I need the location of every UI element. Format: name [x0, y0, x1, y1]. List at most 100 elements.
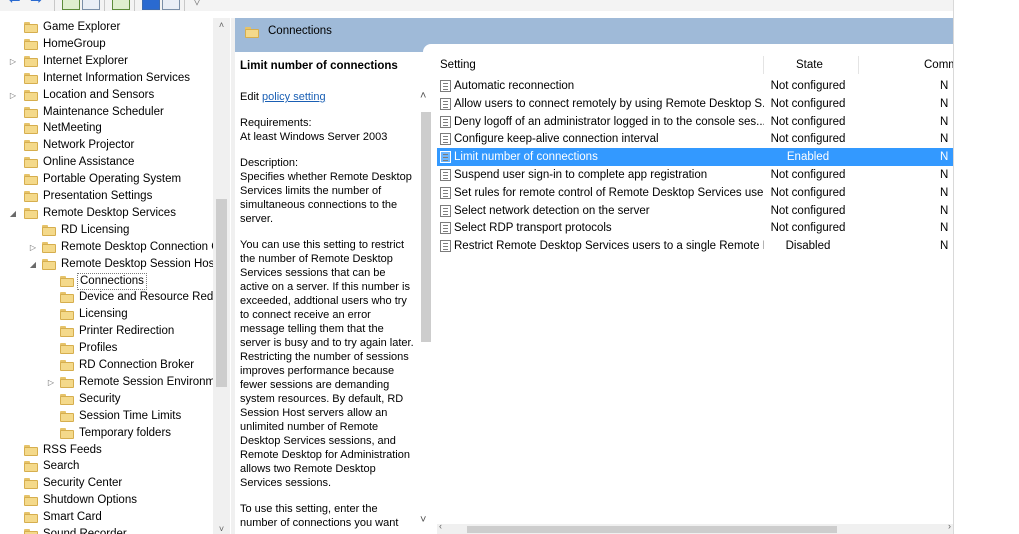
up-folder-icon[interactable]: [62, 0, 80, 10]
scroll-up-icon[interactable]: ˄: [420, 90, 426, 102]
column-header-state[interactable]: State: [796, 54, 823, 76]
setting-state: Not configured: [770, 80, 846, 92]
column-header-comment[interactable]: Comm: [924, 54, 953, 76]
scroll-left-icon[interactable]: ‹: [439, 521, 442, 531]
tree-item-label: Game Explorer: [43, 21, 121, 33]
setting-name: Allow users to connect remotely by using…: [454, 97, 764, 110]
table-row[interactable]: Allow users to connect remotely by using…: [437, 95, 953, 113]
setting-name: Restrict Remote Desktop Services users t…: [454, 240, 764, 253]
tree-item-label: Remote Desktop Services: [43, 206, 176, 219]
setting-comment: N: [940, 115, 949, 128]
table-row[interactable]: Set rules for remote control of Remote D…: [437, 184, 953, 202]
folder-icon: [24, 191, 38, 202]
scroll-up-icon[interactable]: ˄: [213, 20, 230, 30]
setting-state: Disabled: [785, 240, 831, 253]
folder-icon: [24, 140, 38, 152]
setting-comment: N: [940, 133, 949, 146]
expand-arrow-icon[interactable]: ▷: [8, 53, 18, 70]
setting-comment: N: [940, 186, 949, 199]
folder-icon: [24, 529, 38, 534]
folder-icon: [60, 393, 74, 405]
scroll-down-icon[interactable]: ˅: [213, 524, 230, 534]
scroll-thumb[interactable]: [216, 199, 227, 387]
collapse-arrow-icon[interactable]: ◢: [28, 256, 38, 273]
table-row[interactable]: Limit number of connections Enabled N: [437, 148, 953, 167]
setting-comment: N: [940, 80, 949, 92]
help-icon[interactable]: [142, 0, 160, 10]
table-row[interactable]: Suspend user sign-in to complete app reg…: [437, 166, 953, 184]
table-row[interactable]: Configure keep-alive connection interval…: [437, 130, 953, 148]
filter-icon[interactable]: ▽: [192, 0, 208, 7]
column-divider[interactable]: [858, 56, 859, 74]
tree-item-label: Connections: [77, 272, 147, 290]
tree-item-label: Profiles: [79, 342, 118, 355]
tree-scrollbar[interactable]: ˄ ˅: [213, 18, 230, 534]
description-paragraph-3: To use this setting, enter the number of…: [240, 503, 399, 529]
navigation-tree: Game Explorer HomeGroup ▷ Internet Explorer…: [0, 18, 231, 534]
tree-item-label: Remote Session Environme: [79, 375, 222, 388]
expand-arrow-icon[interactable]: ▷: [28, 239, 38, 256]
folder-icon: [24, 72, 38, 84]
horizontal-scroll-thumb[interactable]: [467, 526, 837, 533]
folder-icon: [24, 157, 38, 169]
scroll-thumb[interactable]: [421, 112, 431, 342]
show-hide-tree-icon[interactable]: [82, 0, 100, 10]
folder-icon: [60, 326, 74, 338]
folder-icon: [42, 241, 56, 253]
details-pane: Connections Limit number of connections …: [235, 18, 953, 534]
folder-icon: [42, 258, 56, 270]
forward-arrow-icon[interactable]: ➡: [30, 0, 46, 7]
expand-arrow-icon[interactable]: ▷: [46, 374, 56, 391]
policy-setting-link[interactable]: policy setting: [262, 91, 326, 103]
folder-icon: [60, 292, 74, 304]
setting-comment: N: [940, 151, 949, 164]
expand-arrow-icon[interactable]: ▷: [8, 87, 18, 104]
tree-item-label: Printer Redirection: [79, 325, 175, 338]
folder-icon: [24, 174, 38, 186]
table-row[interactable]: Restrict Remote Desktop Services users t…: [437, 237, 953, 255]
right-margin: [953, 0, 1019, 534]
setting-name: Set rules for remote control of Remote D…: [454, 186, 764, 199]
setting-state: Not configured: [770, 222, 846, 235]
table-row[interactable]: Select network detection on the server No…: [437, 202, 953, 220]
setting-comment: N: [940, 169, 949, 181]
tree-item-label: Maintenance Scheduler: [43, 105, 164, 118]
tree-item-label: Internet Explorer: [43, 54, 129, 67]
setting-state: Not configured: [770, 97, 846, 110]
tree-item-label: Session Time Limits: [79, 409, 182, 422]
requirements-value: At least Windows Server 2003: [240, 131, 388, 143]
column-header-setting[interactable]: Setting: [440, 54, 476, 76]
folder-icon: [60, 343, 74, 355]
description-scrollbar[interactable]: ˄ ˅: [418, 52, 434, 534]
horizontal-scrollbar[interactable]: ‹ ›: [437, 521, 953, 534]
export-list-icon[interactable]: [112, 0, 130, 10]
tree-item-label: RD Connection Broker: [79, 359, 195, 371]
scroll-down-icon[interactable]: ˅: [420, 514, 426, 526]
tree-item-label: Security Center: [43, 477, 123, 490]
setting-state: Not configured: [770, 204, 846, 217]
folder-icon: [24, 461, 38, 473]
setting-name: Configure keep-alive connection interval: [454, 133, 659, 146]
properties-icon[interactable]: [162, 0, 180, 10]
folder-icon: [24, 512, 38, 524]
tree-item-label: Location and Sensors: [43, 88, 155, 101]
list-tab-background: [423, 44, 953, 64]
folder-icon: [24, 444, 38, 456]
table-row[interactable]: Automatic reconnection Not configured N: [437, 77, 953, 95]
folder-icon: [24, 207, 38, 219]
table-row[interactable]: Deny logoff of an administrator logged i…: [437, 113, 953, 131]
policy-setting-icon: [440, 204, 451, 217]
tree-item-label: Portable Operating System: [43, 173, 182, 186]
table-row[interactable]: Select RDP transport protocols Not config…: [437, 219, 953, 237]
description-paragraph-1: Specifies whether Remote Desktop Service…: [240, 171, 412, 225]
tree-item-label: NetMeeting: [43, 122, 102, 135]
toolbar-separator: [184, 0, 185, 11]
scroll-right-icon[interactable]: ›: [948, 521, 951, 531]
tree-item-label: RD Licensing: [61, 223, 130, 236]
description-label: Description:: [240, 157, 299, 169]
column-divider[interactable]: [763, 56, 764, 74]
policy-setting-icon: [440, 186, 451, 199]
folder-icon: [42, 224, 56, 236]
collapse-arrow-icon[interactable]: ◢: [8, 205, 18, 222]
back-arrow-icon[interactable]: ⬅: [8, 0, 24, 7]
